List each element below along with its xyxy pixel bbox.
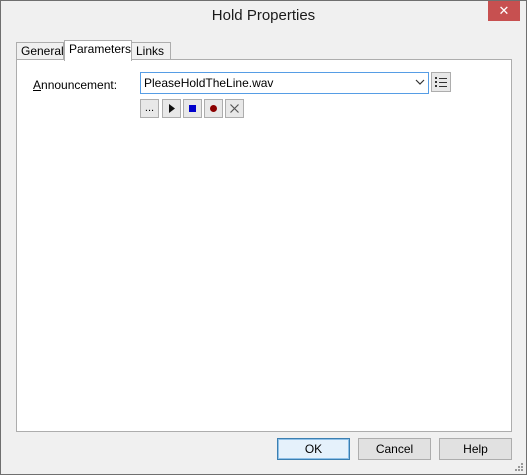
stop-button[interactable]: [183, 99, 202, 118]
delete-icon: [230, 104, 239, 113]
announcement-label: Announcement:: [33, 78, 117, 92]
announcement-label-accelerator: A: [33, 78, 42, 92]
play-button[interactable]: [162, 99, 181, 118]
stop-icon: [189, 105, 196, 112]
chevron-down-icon[interactable]: [415, 77, 425, 87]
announcement-list-button[interactable]: [431, 72, 451, 92]
parameters-panel: Announcement: PleaseHoldTheLine.wav ...: [16, 59, 512, 432]
announcement-label-text: nnouncement:: [41, 78, 118, 92]
list-icon: [435, 77, 447, 87]
play-icon: [169, 104, 175, 113]
record-button[interactable]: [204, 99, 223, 118]
help-button[interactable]: Help: [439, 438, 512, 460]
tab-links[interactable]: Links: [131, 42, 171, 60]
close-button[interactable]: ✕: [488, 1, 520, 21]
resize-grip-icon[interactable]: [514, 462, 524, 472]
tab-general[interactable]: General: [16, 42, 64, 60]
cancel-button[interactable]: Cancel: [358, 438, 431, 460]
ok-button[interactable]: OK: [277, 438, 350, 460]
delete-button[interactable]: [225, 99, 244, 118]
record-icon: [210, 105, 217, 112]
announcement-combobox[interactable]: PleaseHoldTheLine.wav: [140, 72, 429, 94]
window-title: Hold Properties: [211, 7, 316, 24]
hold-properties-dialog: Hold Properties ✕ General Parameters Lin…: [0, 0, 527, 475]
tab-parameters[interactable]: Parameters: [64, 40, 132, 61]
announcement-value: PleaseHoldTheLine.wav: [144, 76, 274, 90]
title-bar: Hold Properties ✕: [1, 1, 526, 31]
browse-button[interactable]: ...: [140, 99, 159, 118]
